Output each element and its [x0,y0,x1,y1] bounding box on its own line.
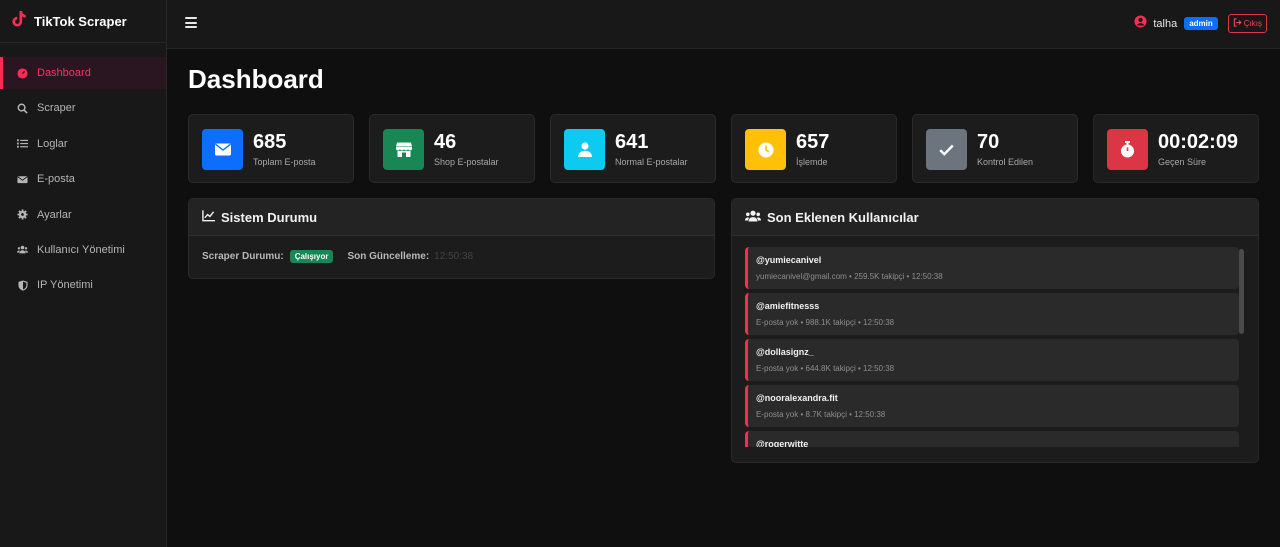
user-handle: @yumiecanivel [756,255,822,265]
sidebar-item-dashboard[interactable]: Dashboard [0,57,166,89]
stat-value: 70 [977,131,1000,153]
list-item[interactable]: @dollasignz_ E-posta yok • 644.8K takipç… [745,339,1239,381]
panel-title: Son Eklenen Kullanıcılar [767,209,919,225]
user-handle: @rogerwitte [756,439,809,447]
envelope-icon [17,174,28,185]
stat-value: 46 [434,131,457,153]
list-item[interactable]: @nooralexandra.fit E-posta yok • 8.7K ta… [745,385,1239,427]
stat-value: 657 [796,131,830,153]
user-handle: @dollasignz_ [756,347,814,357]
search-icon [17,103,28,114]
chart-line-icon [202,209,215,225]
page-title: Dashboard [188,64,324,94]
envelope-icon [202,129,243,170]
stat-value: 00:02:09 [1158,131,1239,153]
stopwatch-icon [1107,129,1148,170]
sidebar-item-label: Dashboard [37,67,91,79]
stat-label: Geçen Süre [1158,157,1207,167]
hamburger-menu-icon[interactable] [185,17,197,28]
sidebar-item-label: Loglar [37,137,68,150]
user-meta: E-posta yok • 8.7K takipçi • 12:50:38 [756,410,886,419]
sidebar-item-label: IP Yönetimi [37,279,93,292]
users-icon [17,244,28,255]
sidebar-item-label: Kullanıcı Yönetimi [37,243,125,256]
brand-name: TikTok Scraper [34,13,127,29]
sidebar-item-ip-yonetimi[interactable]: IP Yönetimi [0,269,166,301]
user-circle-icon [1134,14,1147,33]
sidebar-item-kullanici-yonetimi[interactable]: Kullanıcı Yönetimi [0,234,166,266]
stat-label: Shop E-postalar [434,157,499,167]
clock-icon [745,129,786,170]
list-item[interactable]: @amiefitnesss E-posta yok • 988.1K takip… [745,293,1239,335]
user-meta: E-posta yok • 988.1K takipçi • 12:50:38 [756,318,895,327]
stat-label: İşlemde [796,157,828,167]
user-meta: yumiecanivel@gmail.com • 259.5K takipçi … [756,272,943,281]
stat-card-total-emails: 685 Toplam E-posta [188,114,354,183]
user-area: talha admin Çıkış [1134,14,1267,33]
shield-icon [17,280,28,291]
role-badge: admin [1184,17,1218,30]
gauge-icon [17,67,28,79]
sidebar-item-ayarlar[interactable]: Ayarlar [0,199,166,231]
store-icon [383,129,424,170]
user-handle: @nooralexandra.fit [756,393,838,403]
sidebar-item-label: Scraper [37,102,76,115]
list-icon [17,138,28,149]
recent-users-list[interactable]: @yumiecanivel yumiecanivel@gmail.com • 2… [745,247,1245,447]
sidebar: TikTok Scraper Dashboard Scraper Loglar … [0,0,167,547]
sign-out-icon [1233,18,1242,29]
status-row: Scraper Durumu: Çalışıyor Son Güncelleme… [189,236,714,263]
stat-card-normal-emails: 641 Normal E-postalar [550,114,716,183]
scrollbar[interactable] [1239,249,1244,334]
panel-header: Son Eklenen Kullanıcılar [732,199,1258,236]
sidebar-item-label: Ayarlar [37,208,72,221]
users-icon [745,210,761,225]
stat-label: Toplam E-posta [253,157,316,167]
stat-card-elapsed-time: 00:02:09 Geçen Süre [1093,114,1259,183]
sidebar-item-eposta[interactable]: E-posta [0,163,166,195]
panel-header: Sistem Durumu [189,199,714,236]
sidebar-item-label: E-posta [37,173,75,186]
topbar: talha admin Çıkış [167,0,1280,49]
tiktok-logo-icon [12,10,27,32]
check-icon [926,129,967,170]
stat-label: Normal E-postalar [615,157,688,167]
logout-button[interactable]: Çıkış [1227,14,1267,33]
scraper-status-label: Scraper Durumu: [202,251,284,262]
status-badge: Çalışıyor [289,250,334,263]
logout-label: Çıkış [1243,19,1262,28]
stat-value: 685 [253,131,287,153]
stat-card-processing: 657 İşlemde [731,114,897,183]
user-name: talha [1153,17,1178,30]
list-item[interactable]: @rogerwitte [745,431,1239,447]
sidebar-nav: Dashboard Scraper Loglar E-posta Ayarlar [0,43,166,301]
list-item[interactable]: @yumiecanivel yumiecanivel@gmail.com • 2… [745,247,1239,289]
user-meta: E-posta yok • 644.8K takipçi • 12:50:38 [756,364,895,373]
sidebar-item-scraper[interactable]: Scraper [0,92,166,124]
system-status-panel: Sistem Durumu Scraper Durumu: Çalışıyor … [188,198,715,279]
last-update-label: Son Güncelleme: [347,251,430,262]
brand[interactable]: TikTok Scraper [0,0,166,43]
user-handle: @amiefitnesss [756,301,820,311]
sidebar-item-loglar[interactable]: Loglar [0,128,166,160]
stat-card-shop-emails: 46 Shop E-postalar [369,114,535,183]
stat-card-checked: 70 Kontrol Edilen [912,114,1078,183]
recent-users-panel: Son Eklenen Kullanıcılar @yumiecanivel y… [731,198,1259,463]
last-update-value: 12:50:38 [434,251,474,262]
stat-value: 641 [615,131,649,153]
user-icon [564,129,605,170]
stat-label: Kontrol Edilen [977,157,1034,167]
panel-title: Sistem Durumu [221,209,318,225]
gear-icon [17,209,28,220]
